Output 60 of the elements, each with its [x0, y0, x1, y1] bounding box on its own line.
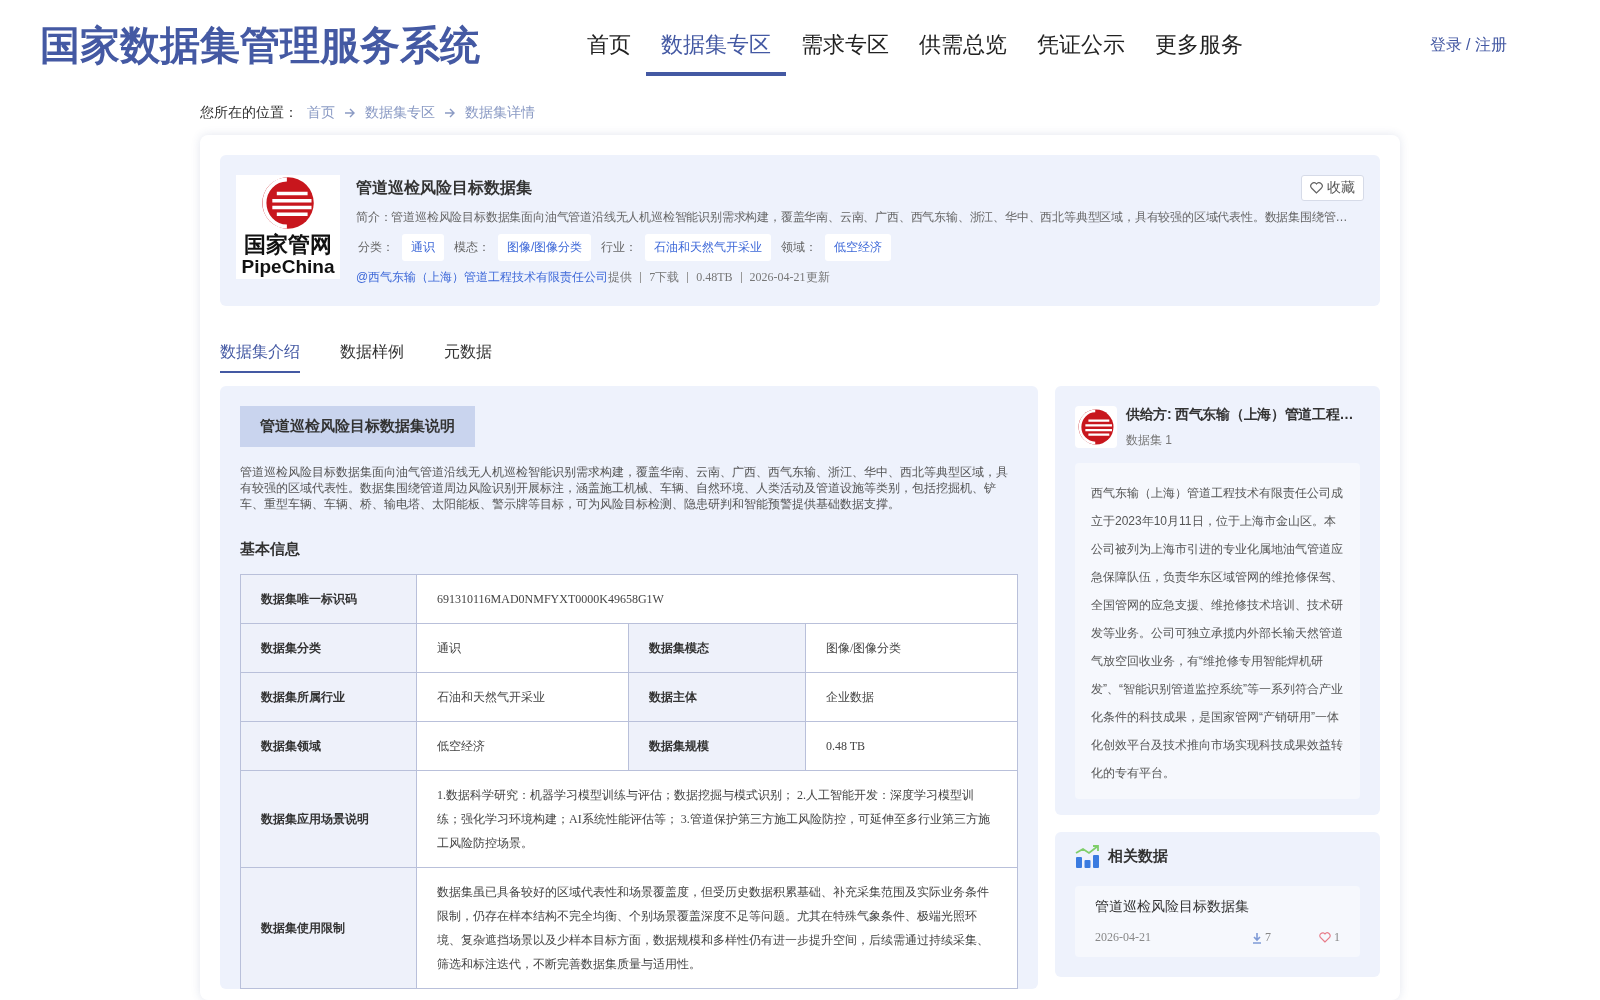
dataset-summary: 简介：管道巡检风险目标数据集面向油气管道沿线无人机巡检智能识别需求构建，覆盖华南、云南、广西、西气东输、浙江、华中、西北等典型区域，具有较强的区域代表性。数据集围绕管… [356, 209, 1349, 226]
provider-note: 提供 [608, 269, 633, 286]
row-label: 数据集应用场景说明 [240, 770, 417, 868]
table-cell: 图像/图像分类 [805, 623, 1018, 673]
logo-text: PipeChina [241, 257, 335, 277]
table-cell: 691310116MAD0NMFYXT0000K49658G1W [416, 574, 1018, 624]
tag: 石油和天然气开采业 [645, 234, 772, 261]
related-item[interactable]: 管道巡检风险目标数据集 2026-04-21 7 1 [1075, 886, 1360, 957]
intro-paragraph: 管道巡检风险目标数据集面向油气管道沿线无人机巡检智能识别需求构建，覆盖华南、云南、广西、西气东输、浙江、华中、西北等典型区域，具有较强的区域代表性。数据集围绕管道周边风险识别开展标注，涵盖施工机械、车辆、自然环境、人类活动及管道设施等类别，包括挖掘机、铲车、重型车辆、车辆、桥、输电塔、太阳能板、警示牌等目标，可为风险目标检测、隐患研判和智能预警提供基础数据支撑。 [240, 464, 1009, 512]
nav-tab[interactable]: 需求专区 [786, 20, 904, 76]
row-label: 数据主体 [628, 672, 806, 722]
nav-tab[interactable]: 首页 [572, 20, 646, 76]
nav-tab[interactable]: 凭证公示 [1022, 20, 1140, 76]
provider-link[interactable]: @西气东输（上海）管道工程技术有限责任公司 [356, 270, 609, 284]
favorite-button[interactable]: 收藏 [1301, 175, 1364, 201]
related-item-title: 管道巡检风险目标数据集 [1095, 898, 1250, 916]
dataset-count: 数据集 1 [1126, 432, 1173, 449]
table-cell: 1.数据科学研究：机器学习模型训练与评估；数据挖掘与模式识别； 2.人工智能开发：深度学习模型训练；强化学习环境构建；AI系统性能评估等； 3.管道保护第三方施工风险防控，可延伸至多行业第三方施工风险防控场景。 [416, 770, 1018, 868]
tab[interactable]: 数据样例 [340, 336, 404, 373]
section-title: 基本信息 [240, 540, 301, 559]
table-cell: 0.48 TB [805, 721, 1018, 771]
tab[interactable]: 元数据 [444, 336, 492, 373]
table-cell: 企业数据 [805, 672, 1018, 722]
nav-tab[interactable]: 供需总览 [904, 20, 1022, 76]
row-label: 数据集模态 [628, 623, 806, 673]
tag-label: 领域： [781, 239, 818, 256]
table-cell: 低空经济 [416, 721, 629, 771]
row-label: 数据集规模 [628, 721, 806, 771]
supplier-description: 西气东输（上海）管道工程技术有限责任公司成立于2023年10月11日，位于上海市金山区。本公司被列为上海市引进的专业化属地油气管道应急保障队伍，负责华东区域管网的维抢修保驾、全国管网的应急支援、维抢修技术培训、技术研发等业务。公司可独立承揽内外部长输天然管道气放空回收业务，有“维抢修专用智能焊机研发”、“智能识别管道监控系统”等一系列符合产业化条件的科技成果，是国家管网“产销研用”一体化创效平台及技术推向市场实现科技成果效益转化的专有平台。 [1075, 463, 1360, 799]
tag: 图像/图像分类 [498, 234, 592, 261]
row-label: 数据集所属行业 [240, 672, 417, 722]
logo-text: 国家管网 [244, 233, 332, 257]
related-date: 2026-04-21 [1095, 930, 1152, 945]
dataset-title: 管道巡检风险目标数据集 [356, 177, 532, 198]
login-link[interactable]: 登录 / 注册 [1429, 34, 1507, 56]
tag: 通识 [402, 234, 444, 261]
download-count: 7 [1265, 930, 1271, 945]
dataset-stat: 0.48TB [696, 270, 733, 285]
table-cell: 石油和天然气开采业 [416, 672, 629, 722]
row-label: 数据集唯一标识码 [240, 574, 417, 624]
nav-tab[interactable]: 数据集专区 [646, 20, 786, 76]
supplier-name: 供给方: 西气东输（上海）管道工程… [1126, 406, 1354, 424]
table-cell: 通识 [416, 623, 629, 673]
site-title: 国家数据集管理服务系统 [40, 21, 480, 69]
dataset-stat: 7下载 [649, 269, 680, 286]
dataset-stat: 2026-04-21更新 [749, 269, 830, 286]
tag-label: 模态： [454, 239, 490, 256]
tag: 低空经济 [825, 234, 892, 261]
tag-label: 分类： [358, 239, 394, 256]
tab[interactable]: 数据集介绍 [220, 336, 300, 373]
related-title: 相关数据 [1108, 847, 1168, 866]
row-label: 数据集分类 [240, 623, 417, 673]
breadcrumb-label: 您所在的位置： [200, 103, 298, 122]
table-cell: 数据集虽已具备较好的区域代表性和场景覆盖度，但受历史数据积累基础、补充采集范围及实际业务条件限制，仍存在样本结构不完全均衡、个别场景覆盖深度不足等问题。尤其在特殊气象条件、极端光照环境、复杂遮挡场景以及少样本目标方面，数据规模和多样性仍有进一步提升空间，后续需通过持续采集、筛选和标注迭代，不断完善数据集质量与适用性。 [416, 867, 1018, 989]
nav-tab[interactable]: 更多服务 [1140, 20, 1258, 76]
tag-label: 行业： [601, 239, 638, 256]
row-label: 数据集领域 [240, 721, 417, 771]
section-heading: 管道巡检风险目标数据集说明 [240, 406, 475, 447]
row-label: 数据集使用限制 [240, 867, 417, 989]
like-count: 1 [1334, 930, 1340, 945]
